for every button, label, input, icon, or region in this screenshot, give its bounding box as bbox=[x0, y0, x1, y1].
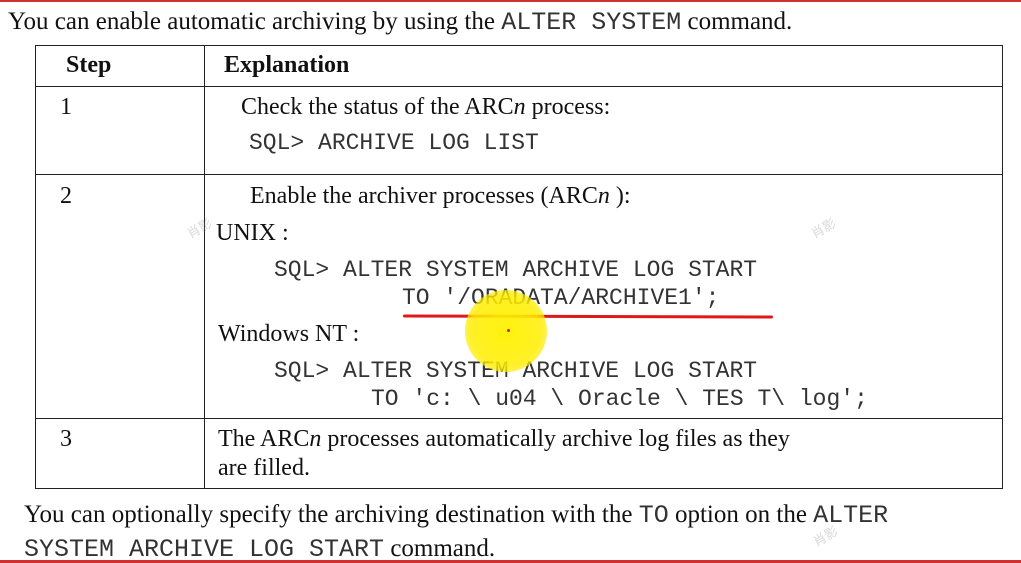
unix-code-line-2: TO '/ORADATA/ARCHIVE1'; bbox=[402, 285, 720, 311]
row-3-step: 3 bbox=[60, 426, 72, 452]
intro-text-after: command. bbox=[681, 8, 793, 35]
intro-command: ALTER SYSTEM bbox=[501, 8, 682, 37]
steps-table: Step Explanation 1 Check the status of t… bbox=[35, 45, 1003, 489]
unix-label: UNIX : bbox=[216, 220, 289, 246]
header-explanation: Explanation bbox=[224, 52, 350, 78]
row-3-explanation-line-1: The ARCn processes automatically archive… bbox=[218, 426, 790, 452]
unix-code-line-1: SQL> ALTER SYSTEM ARCHIVE LOG START bbox=[274, 257, 758, 283]
row-2-explanation: Enable the archiver processes (ARCn ): bbox=[250, 183, 631, 209]
cursor-highlight bbox=[465, 290, 547, 372]
row-1-explanation: Check the status of the ARCn process: bbox=[241, 94, 611, 120]
top-border bbox=[0, 0, 1021, 2]
row-divider-2 bbox=[36, 418, 1002, 419]
header-step: Step bbox=[66, 52, 112, 78]
outro-line-2: SYSTEM ARCHIVE LOG START command. bbox=[24, 535, 496, 563]
outro-paragraph: You can optionally specify the archiving… bbox=[24, 498, 888, 563]
row-divider-1 bbox=[36, 174, 1002, 175]
row-2-step: 2 bbox=[60, 183, 72, 209]
outro-line-1: You can optionally specify the archiving… bbox=[24, 501, 889, 530]
header-divider bbox=[36, 86, 1002, 87]
intro-paragraph: You can enable automatic archiving by us… bbox=[8, 6, 792, 39]
row-3-explanation-line-2: are filled. bbox=[218, 455, 310, 481]
windows-code-line-2: TO 'c: \ u04 \ Oracle \ TES T\ log'; bbox=[371, 386, 868, 412]
row-1-code: SQL> ARCHIVE LOG LIST bbox=[249, 130, 539, 156]
intro-text-before: You can enable automatic archiving by us… bbox=[8, 8, 502, 35]
row-1-step: 1 bbox=[60, 94, 72, 120]
cursor-pointer-dot bbox=[507, 329, 510, 332]
windows-label: Windows NT : bbox=[218, 321, 360, 347]
column-divider bbox=[204, 46, 205, 488]
